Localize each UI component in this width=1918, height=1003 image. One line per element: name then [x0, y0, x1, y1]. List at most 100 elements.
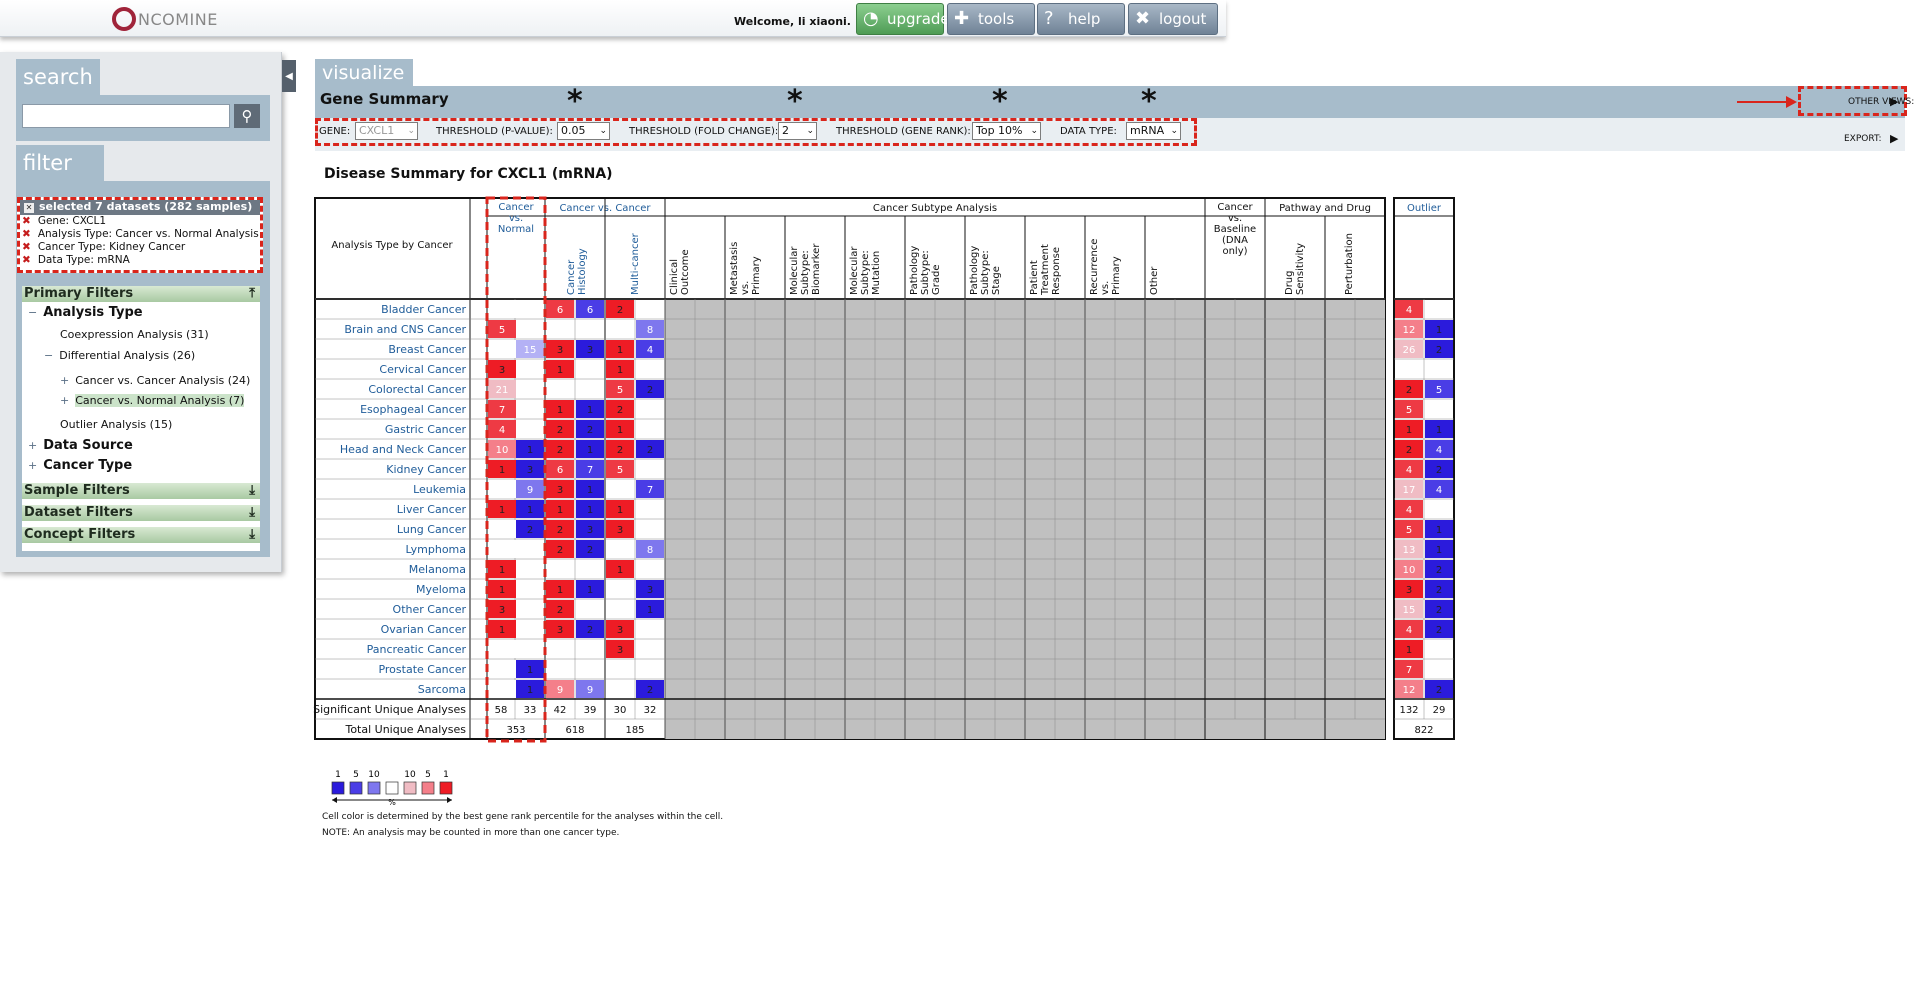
- multi-down-cell-value: 1: [647, 605, 653, 616]
- hist-down-cell-value: 1: [587, 505, 593, 516]
- cancer-row-label: Brain and CNS Cancer: [344, 323, 466, 336]
- hist-up-cell: [546, 400, 574, 418]
- hist-up-cell: [546, 340, 574, 358]
- cvn-up-cell-value: 10: [496, 445, 509, 456]
- multi-up-cell: [606, 500, 634, 518]
- primary-filters-header[interactable]: Primary Filters ⤒: [22, 286, 260, 302]
- legend-swatch: [385, 781, 399, 795]
- selected-gene[interactable]: ✖ Gene: CXCL1: [20, 215, 260, 228]
- tree-cancer-vs-cancer[interactable]: + Cancer vs. Cancer Analysis (24): [60, 374, 250, 387]
- multi-down-cell: [636, 420, 664, 438]
- hist-down-cell: [576, 660, 604, 678]
- outlier-up-cell-value: 17: [1403, 485, 1416, 496]
- multi-up-cell-value: 3: [617, 645, 623, 656]
- cvn-up-cell: [488, 380, 516, 398]
- multi-up-cell-value: 1: [617, 365, 623, 376]
- outlier-up-cell-value: 4: [1406, 305, 1412, 316]
- outlier-down-cell: [1425, 660, 1453, 678]
- search-input[interactable]: [22, 104, 230, 128]
- tree-outlier[interactable]: Outlier Analysis (15): [60, 418, 172, 431]
- hist-up-cell-value: 1: [557, 505, 563, 516]
- cvn-up-cell: [488, 580, 516, 598]
- export-link[interactable]: EXPORT:: [1844, 134, 1882, 144]
- tree-coexpression[interactable]: Coexpression Analysis (31): [60, 328, 209, 341]
- play-icon[interactable]: ▶: [1890, 132, 1898, 145]
- outlier-up-cell-value: 26: [1403, 345, 1416, 356]
- color-legend: 1 5 10 10 5 1%: [331, 770, 453, 806]
- selected-cancer-type[interactable]: ✖ Cancer Type: Kidney Cancer: [20, 241, 260, 254]
- multi-up-cell: [606, 380, 634, 398]
- tree-data-source[interactable]: + Data Source: [28, 438, 133, 453]
- dataset-filters-header[interactable]: Dataset Filters ⤓: [22, 505, 260, 521]
- tree-analysis-type[interactable]: − Analysis Type: [28, 305, 143, 320]
- cancer-row-label: Gastric Cancer: [385, 423, 467, 436]
- cancer-row-label: Breast Cancer: [388, 343, 466, 356]
- hist-up-cell: [546, 380, 574, 398]
- tree-differential[interactable]: − Differential Analysis (26): [44, 349, 195, 362]
- upgrade-button[interactable]: ◔ upgrade: [856, 3, 950, 35]
- tree-cancer-vs-normal[interactable]: + Cancer vs. Normal Analysis (7): [60, 394, 245, 407]
- search-icon[interactable]: ⚲: [234, 104, 260, 128]
- hist-up-cell: [546, 580, 574, 598]
- cvn-up-cell-value: 1: [499, 465, 505, 476]
- logout-button[interactable]: ✖ logout: [1128, 3, 1218, 35]
- expand-down-icon: ⤓: [249, 527, 255, 542]
- help-button[interactable]: ? help: [1037, 3, 1125, 35]
- outlier-down-cell: [1425, 500, 1453, 518]
- column-label: Drug: [1284, 271, 1295, 296]
- outlier-up-cell-value: 10: [1403, 565, 1416, 576]
- column-label: vs.: [740, 281, 751, 295]
- outlier-up-cell: [1395, 420, 1423, 438]
- cancer-row-label: Pancreatic Cancer: [367, 643, 467, 656]
- other-views-link[interactable]: OTHER VIEWS:: [1848, 97, 1914, 107]
- cvn-up-cell-value: 1: [499, 585, 505, 596]
- outlier-up-cell: [1395, 560, 1423, 578]
- multi-up-cell: [606, 400, 634, 418]
- gene-select[interactable]: CXCL1 ⌄: [355, 122, 418, 140]
- outlier-up-cell-value: 5: [1406, 405, 1412, 416]
- oncomine-logo[interactable]: NCOMINE: [112, 6, 218, 32]
- pvalue-select[interactable]: 0.05 ⌄: [557, 122, 610, 140]
- clear-selection-icon[interactable]: ✕: [24, 203, 34, 213]
- outlier-down-cell: [1425, 380, 1453, 398]
- gene-rank-select[interactable]: Top 10% ⌄: [972, 122, 1041, 140]
- selected-data-type[interactable]: ✖ Data Type: mRNA: [20, 254, 260, 267]
- hist-down-cell: [576, 520, 604, 538]
- star-marker: *: [992, 84, 1008, 119]
- cvn-up-cell: [488, 440, 516, 458]
- data-type-select[interactable]: mRNA ⌄: [1126, 122, 1181, 140]
- sample-filters-header[interactable]: Sample Filters ⤓: [22, 483, 260, 499]
- multi-down-cell: [636, 660, 664, 678]
- tree-cancer-type[interactable]: + Cancer Type: [28, 458, 132, 473]
- multi-down-cell-value: 2: [647, 685, 653, 696]
- outlier-up-cell-value: 2: [1406, 445, 1412, 456]
- multi-up-cell: [606, 680, 634, 698]
- multi-up-cell-value: 3: [617, 525, 623, 536]
- collapse-sidebar-icon[interactable]: ◀: [282, 60, 296, 92]
- column-label: Mutation: [871, 251, 882, 295]
- cancer-row-label: Liver Cancer: [397, 503, 467, 516]
- column-label: Grade: [931, 265, 942, 296]
- outlier-up-cell: [1395, 300, 1423, 318]
- data-type-label: DATA TYPE:: [1060, 126, 1117, 137]
- cvn-up-cell: [488, 360, 516, 378]
- column-label: Molecular: [789, 246, 800, 295]
- concept-filters-header[interactable]: Concept Filters ⤓: [22, 527, 260, 543]
- cvn-up-cell: [488, 420, 516, 438]
- cvn-up-cell-value: 1: [499, 505, 505, 516]
- expand-down-icon: ⤓: [249, 483, 255, 498]
- outlier-down-cell: [1425, 340, 1453, 358]
- multi-down-cell-value: 7: [647, 485, 653, 496]
- search-tab: search: [16, 59, 100, 95]
- outlier-down-cell-value: 1: [1436, 525, 1442, 536]
- red-arrow: [1737, 96, 1797, 108]
- fold-change-select[interactable]: 2 ⌄: [778, 122, 817, 140]
- selected-analysis-type[interactable]: ✖ Analysis Type: Cancer vs. Normal Analys…: [20, 228, 260, 241]
- group-label: Outlier: [1407, 203, 1442, 214]
- summary-label: Total Unique Analyses: [344, 723, 466, 736]
- cvn-down-cell-value: 1: [527, 505, 533, 516]
- tools-button[interactable]: ✚ tools: [947, 3, 1035, 35]
- outlier-up-cell: [1395, 480, 1423, 498]
- play-icon[interactable]: ▶: [1890, 95, 1898, 108]
- legend-label: 1: [443, 770, 449, 780]
